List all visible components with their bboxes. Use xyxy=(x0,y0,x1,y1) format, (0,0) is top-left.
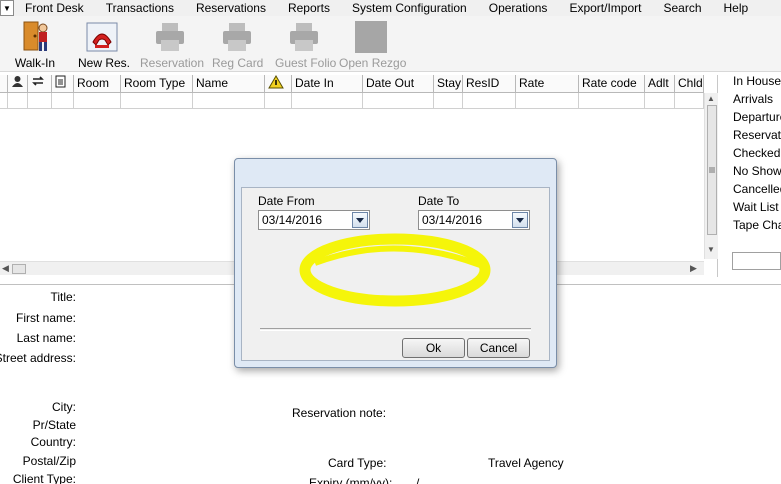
system-menu-button[interactable]: ▼ xyxy=(0,0,14,16)
document-icon xyxy=(55,75,66,88)
card-type-label: Card Type: xyxy=(328,456,387,470)
guest-folio-button[interactable]: Guest Folio xyxy=(275,20,337,72)
list-item[interactable]: Departure xyxy=(733,108,781,126)
menu-export-import[interactable]: Export/Import xyxy=(558,1,652,15)
list-item[interactable]: No Shows xyxy=(733,162,781,180)
guest-folio-label: Guest Folio xyxy=(275,56,337,70)
side-search-input[interactable] xyxy=(732,252,781,270)
country-label: Country: xyxy=(30,435,76,449)
grid-header: Room Room Type Name Date In Date Out Sta… xyxy=(0,75,704,93)
printer-icon xyxy=(153,20,187,54)
col-rate-code[interactable]: Rate code xyxy=(579,75,645,93)
phone-icon xyxy=(85,20,119,54)
menu-reports[interactable]: Reports xyxy=(277,1,341,15)
priority-icon-column[interactable] xyxy=(265,75,292,93)
col-children[interactable]: Chld xyxy=(675,75,704,93)
city-label: City: xyxy=(52,400,76,414)
first-name-label: First name: xyxy=(15,311,76,325)
open-rezgo-button[interactable]: Open Rezgo xyxy=(339,20,407,72)
last-name-label: Last name: xyxy=(16,331,76,345)
title-label: Title: xyxy=(50,290,76,304)
new-reservation-label: New Res. xyxy=(78,56,131,70)
state-label: Pr/State xyxy=(32,418,76,432)
chevron-down-icon xyxy=(356,217,364,223)
col-rate[interactable]: Rate xyxy=(516,75,579,93)
reg-card-button[interactable]: Reg Card xyxy=(212,20,264,72)
dialog-separator xyxy=(260,328,531,331)
menu-help[interactable]: Help xyxy=(713,1,760,15)
menu-reservations[interactable]: Reservations xyxy=(185,1,277,15)
chevron-down-icon xyxy=(516,217,524,223)
col-name[interactable]: Name xyxy=(193,75,265,93)
date-to-dropdown-button[interactable] xyxy=(512,212,528,228)
date-to-label: Date To xyxy=(418,194,460,208)
reservation-print-button[interactable]: Reservation xyxy=(140,20,205,72)
swap-arrows-icon xyxy=(32,76,44,86)
col-resid[interactable]: ResID xyxy=(463,75,516,93)
date-from-value: 03/14/2016 xyxy=(262,213,323,227)
col-room-type[interactable]: Room Type xyxy=(121,75,193,93)
scroll-right-icon[interactable]: ▶ xyxy=(690,263,697,274)
menu-search[interactable]: Search xyxy=(652,1,712,15)
travel-agency-label: Travel Agency xyxy=(488,456,564,470)
col-room[interactable]: Room xyxy=(74,75,121,93)
new-reservation-button[interactable]: New Res. xyxy=(78,20,131,72)
open-rezgo-label: Open Rezgo xyxy=(339,56,407,70)
row-selector-header xyxy=(0,75,8,93)
expiry-label: Expiry (mm/yy): xyxy=(309,476,393,484)
printer-icon xyxy=(220,20,254,54)
list-item[interactable]: Cancelled xyxy=(733,180,781,198)
menu-operations[interactable]: Operations xyxy=(478,1,559,15)
list-item[interactable]: In House xyxy=(733,72,781,90)
date-from-label: Date From xyxy=(258,194,315,208)
client-type-label: Client Type: xyxy=(12,472,76,484)
note-icon-column[interactable] xyxy=(52,75,74,93)
list-item[interactable]: Checked O xyxy=(733,144,781,162)
menu-system-configuration[interactable]: System Configuration xyxy=(341,1,478,15)
street-address-label: Street address: xyxy=(0,351,76,365)
grid-vertical-scrollbar[interactable]: ▲ ▼ xyxy=(704,93,718,259)
walk-in-icon xyxy=(18,20,52,54)
list-item[interactable]: Reservatio xyxy=(733,126,781,144)
table-row[interactable] xyxy=(0,93,704,109)
date-to-value: 03/14/2016 xyxy=(422,213,483,227)
list-item[interactable]: Wait List xyxy=(733,198,781,216)
date-from-picker[interactable]: 03/14/2016 xyxy=(258,210,370,230)
menu-transactions[interactable]: Transactions xyxy=(95,1,185,15)
horizontal-scroll-thumb[interactable] xyxy=(12,264,26,274)
warning-icon xyxy=(268,75,284,89)
guest-icon-column[interactable] xyxy=(8,75,28,93)
list-item[interactable]: Arrivals xyxy=(733,90,781,108)
date-from-dropdown-button[interactable] xyxy=(352,212,368,228)
reservation-print-label: Reservation xyxy=(140,56,205,70)
toolbar: Walk-In New Res. Reservation Reg Card Gu… xyxy=(0,16,781,72)
date-to-picker[interactable]: 03/14/2016 xyxy=(418,210,530,230)
menu-front-desk[interactable]: Front Desk xyxy=(14,1,95,15)
scroll-up-icon[interactable]: ▲ xyxy=(707,94,715,103)
status-filter-list: In House Arrivals Departure Reservatio C… xyxy=(733,72,781,234)
menu-bar: ▼ Front Desk Transactions Reservations R… xyxy=(0,0,781,16)
expiry-separator: / xyxy=(416,476,420,484)
reg-card-label: Reg Card xyxy=(212,56,264,70)
col-date-in[interactable]: Date In xyxy=(292,75,363,93)
ok-button[interactable]: Ok xyxy=(402,338,465,358)
scroll-left-icon[interactable]: ◀ xyxy=(2,263,9,274)
rezgo-icon xyxy=(354,20,388,54)
cancel-button[interactable]: Cancel xyxy=(467,338,530,358)
walk-in-button[interactable]: Walk-In xyxy=(12,20,58,72)
scroll-down-icon[interactable]: ▼ xyxy=(707,245,715,254)
walk-in-label: Walk-In xyxy=(14,56,56,70)
highlight-scribble xyxy=(299,233,491,307)
postal-zip-label: Postal/Zip xyxy=(22,454,76,468)
col-date-out[interactable]: Date Out xyxy=(363,75,434,93)
refresh-icon-column[interactable] xyxy=(28,75,52,93)
printer-icon xyxy=(287,20,321,54)
list-item[interactable]: Tape Cha xyxy=(733,216,781,234)
reservation-note-label: Reservation note: xyxy=(292,406,387,420)
vertical-scroll-thumb[interactable] xyxy=(707,105,717,235)
col-adults[interactable]: Adlt xyxy=(645,75,675,93)
guest-icon xyxy=(12,76,23,87)
col-stay[interactable]: Stay xyxy=(434,75,463,93)
